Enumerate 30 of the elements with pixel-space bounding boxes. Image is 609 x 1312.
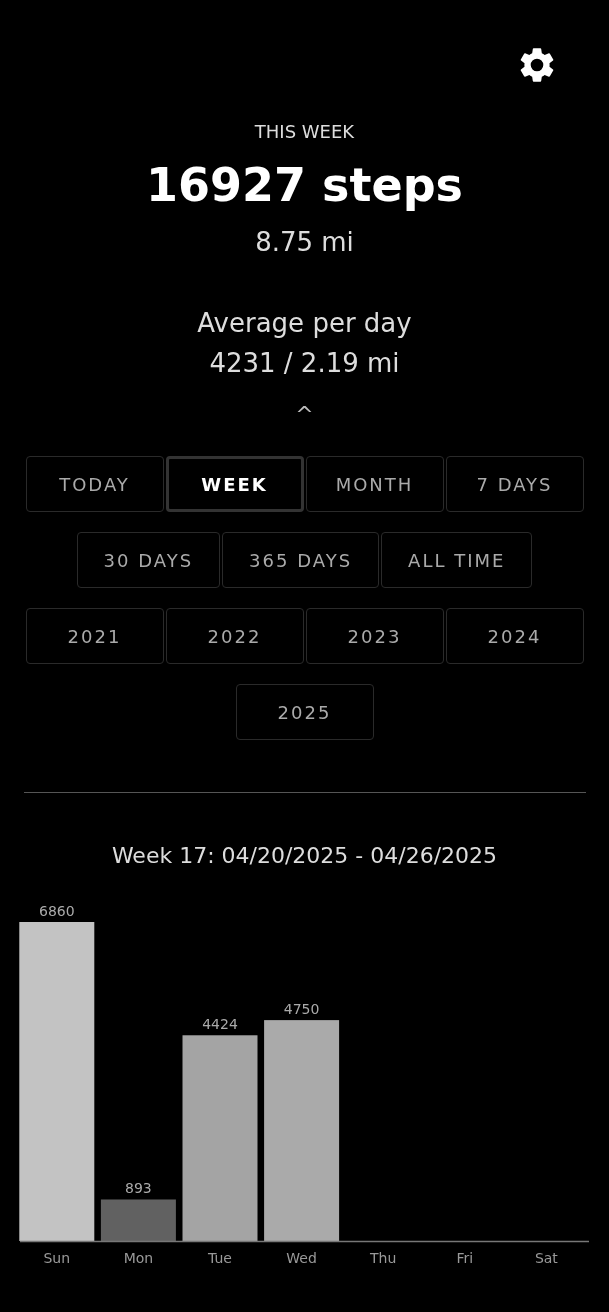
distance-text: 8.75 mi — [255, 227, 354, 257]
range-button[interactable]: 2022 — [165, 608, 304, 664]
range-button[interactable]: 2021 — [25, 608, 164, 664]
collapse-button[interactable]: ^ — [289, 397, 320, 433]
chart-title: Week 17: 04/20/2025 - 04/26/2025 — [111, 843, 498, 868]
average-label: Average per day — [197, 308, 412, 338]
average-value: 4231 / 2.19 mi — [209, 348, 400, 378]
range-button[interactable]: 7 DAYS — [445, 456, 584, 512]
range-button[interactable]: WEEK — [165, 456, 304, 512]
day-label: Thu — [370, 1250, 397, 1266]
value-label: 893 — [125, 1180, 152, 1197]
range-button[interactable]: ALL TIME — [381, 532, 533, 588]
range-button[interactable]: TODAY — [25, 456, 164, 512]
value-label: 4424 — [202, 1016, 238, 1033]
day-label: Wed — [286, 1250, 317, 1266]
range-button[interactable]: MONTH — [305, 456, 444, 512]
day-label: Sat — [534, 1250, 558, 1266]
range-button[interactable]: 30 DAYS — [76, 532, 221, 588]
day-label: Mon — [123, 1250, 154, 1266]
value-label: 6860 — [39, 903, 75, 919]
period-label: THIS WEEK — [254, 121, 355, 142]
range-button[interactable]: 2024 — [445, 608, 584, 664]
day-label: Sun — [43, 1250, 71, 1266]
range-button[interactable]: 365 DAYS — [222, 532, 380, 588]
step-count: 16927 steps — [146, 158, 463, 212]
value-label: 4750 — [283, 1001, 320, 1018]
range-button[interactable]: 2025 — [235, 684, 374, 740]
range-button[interactable]: 2023 — [305, 608, 444, 664]
day-label: Fri — [456, 1250, 474, 1266]
day-label: Tue — [208, 1250, 232, 1266]
